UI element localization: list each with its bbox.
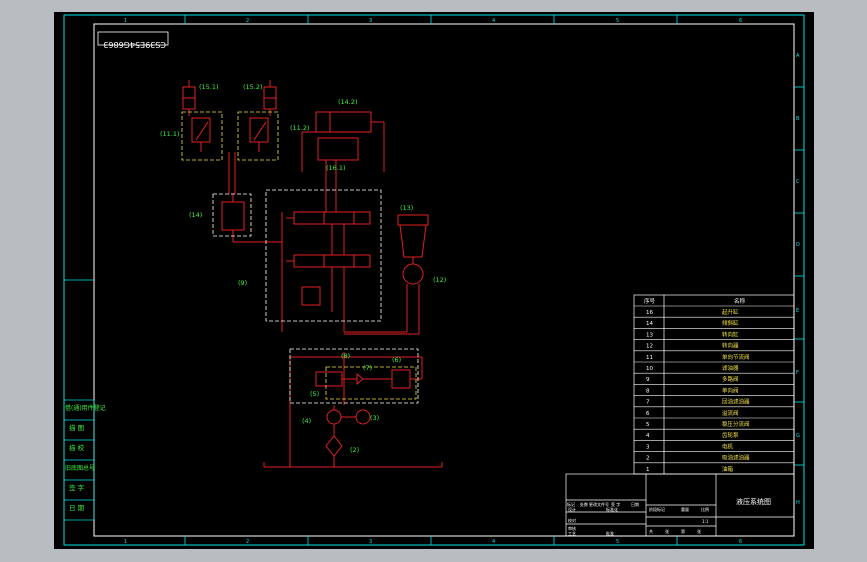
side-old-no: 旧底图总号 [65,464,95,472]
hydraulic-schematic: 1 2 3 4 5 6 1 2 3 4 5 6 A B C D E F G H … [63,14,805,546]
parts-header-no: 序号 [644,297,656,305]
parts-row-no: 13 [646,332,653,338]
label-v5: (5) [310,390,319,398]
parts-row-name: 齿轮泵 [722,431,739,439]
tb-weight: 重量 [681,506,689,512]
parts-row-name: 滤油器 [722,364,739,372]
label-v8: (8) [341,352,350,360]
tb-total: 共 [649,528,653,534]
side-reg: 借(通)用件登记 [65,404,106,412]
parts-row-name: 吸油滤油器 [722,454,750,462]
row-mark-d: D [796,242,800,248]
col-mark-4-bottom: 4 [492,539,495,545]
parts-row-name: 油箱 [722,465,734,473]
col-mark-3-bottom: 3 [369,539,372,545]
tb-stage: 阶段标记 [649,506,665,512]
row-mark-c: C [796,179,800,185]
parts-row-name: 转向器 [722,342,739,350]
label-cyl-c: (16.1) [326,164,346,172]
parts-row-name: 电机 [722,442,734,450]
row-mark-e: E [796,308,799,314]
label-motor: (12) [433,276,446,284]
parts-row-name: 起升缸 [722,308,739,316]
parts-row-no: 6 [646,411,650,417]
parts-row-no: 9 [646,377,650,383]
col-mark-5: 5 [616,18,619,24]
label-lock: (11.1) [160,130,180,138]
label-dir-valve: (14.2) [338,98,358,106]
tb-scale-label: 比例 [701,506,709,512]
row-mark-g: G [796,433,800,439]
parts-row-name: 转向缸 [722,330,739,338]
label-valve-group: (9) [238,279,247,287]
tb-sheet: 张 [697,528,701,534]
label-v6: (6) [392,356,401,364]
row-mark-b: B [796,116,800,122]
side-trace: 描 图 [69,423,84,432]
parts-row-no: 3 [646,444,650,450]
parts-row-name: 稳压分流阀 [722,420,750,428]
tb-standard: 标准化 [606,506,618,512]
tb-process: 工艺 [568,531,576,536]
label-pump: (4) [302,417,311,425]
row-mark-a: A [796,53,800,59]
tb-date: 日期 [631,501,639,507]
col-mark-2: 2 [246,18,249,24]
label-cyl-b: (15.2) [243,83,263,91]
tb-check: 校对 [568,517,576,523]
parts-row-no: 11 [646,355,653,361]
parts-row-no: 12 [646,344,653,350]
label-tank: (13) [400,204,413,212]
col-mark-1: 1 [124,18,127,24]
row-mark-h: H [796,500,800,506]
parts-row-name: 倾斜缸 [722,319,739,327]
drawing-number: CS39E54G6863 [103,40,166,49]
parts-row-no: 8 [646,388,650,394]
col-mark-2-bottom: 2 [246,539,249,545]
side-trace-check: 描 校 [69,443,85,452]
drawing-canvas: 1 2 3 4 5 6 1 2 3 4 5 6 A B C D E F G H … [54,12,814,549]
parts-row-no: 1 [646,467,650,473]
label-filter: (2) [350,446,359,454]
label-v7: (7) [363,364,372,372]
parts-table-rows: 16 起升缸14 倾斜缸13 转向缸12 转向器11 单向节流阀10 滤油器9 多路阀8 单向阀… [634,305,794,473]
tb-no: 第 [681,528,685,534]
parts-header-name: 名称 [734,297,746,305]
parts-row-no: 10 [646,366,653,372]
parts-row-no: 4 [646,433,650,439]
tb-scale: 1:1 [702,519,709,524]
label-cyl-a: (15.1) [199,83,219,91]
label-check: (14) [189,211,202,219]
parts-row-no: 7 [646,400,650,406]
tb-approve: 批准 [606,530,614,536]
parts-row-name: 单向阀 [722,386,739,394]
col-mark-1-bottom: 1 [124,539,127,545]
drawing-title: 液压系统图 [736,497,771,506]
col-mark-6-bottom: 6 [739,539,742,545]
tb-design: 设计 [568,506,576,512]
tb-count: 处数 [580,501,588,507]
parts-row-name: 溢流阀 [722,409,739,417]
parts-row-no: 2 [646,456,650,462]
col-mark-3: 3 [369,18,372,24]
side-sign: 签 字 [69,483,85,492]
parts-row-name: 单向节流阀 [722,353,750,361]
side-date: 日 期 [69,504,85,512]
parts-row-name: 回油滤油器 [722,398,750,406]
col-mark-4: 4 [492,18,495,24]
col-mark-6: 6 [739,18,742,24]
parts-row-name: 多路阀 [722,375,739,383]
parts-row-no: 16 [646,310,653,316]
parts-row-no: 5 [646,422,650,428]
parts-row-no: 14 [646,321,653,327]
col-mark-5-bottom: 5 [616,539,619,545]
row-mark-f: F [796,370,799,376]
label-throttle: (11.2) [290,124,310,132]
tb-sheets: 张 [665,528,669,534]
label-motor-e: (3) [370,414,379,422]
side-block-grid [63,399,95,521]
